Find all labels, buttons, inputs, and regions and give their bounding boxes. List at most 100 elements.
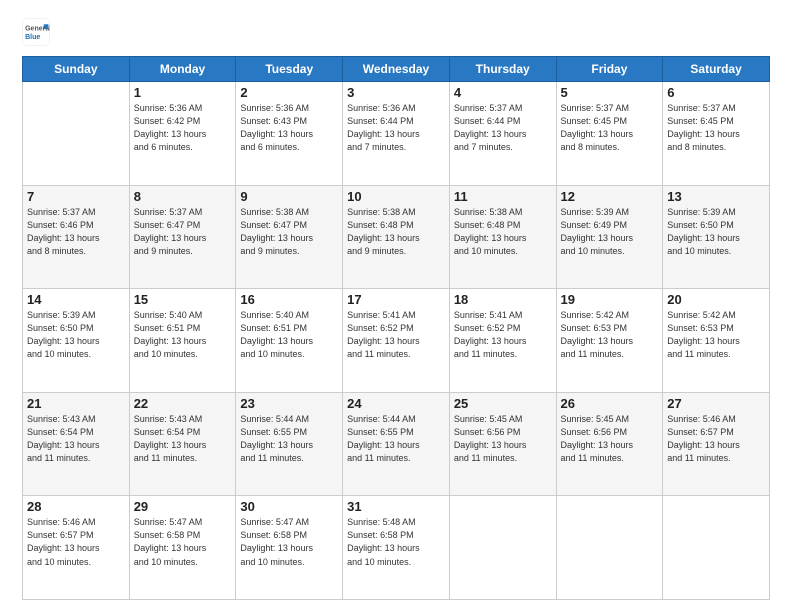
- day-info: Sunrise: 5:37 AM Sunset: 6:45 PM Dayligh…: [561, 102, 659, 154]
- weekday-header-sunday: Sunday: [23, 57, 130, 82]
- day-number: 8: [134, 189, 232, 204]
- calendar-cell: 8 Sunrise: 5:37 AM Sunset: 6:47 PM Daylig…: [129, 185, 236, 289]
- day-info: Sunrise: 5:36 AM Sunset: 6:44 PM Dayligh…: [347, 102, 445, 154]
- calendar-cell: 30 Sunrise: 5:47 AM Sunset: 6:58 PM Dayli…: [236, 496, 343, 600]
- calendar-cell: 21 Sunrise: 5:43 AM Sunset: 6:54 PM Dayli…: [23, 392, 130, 496]
- calendar-cell: 17 Sunrise: 5:41 AM Sunset: 6:52 PM Dayli…: [343, 289, 450, 393]
- day-number: 19: [561, 292, 659, 307]
- day-number: 3: [347, 85, 445, 100]
- calendar-week-row: 1 Sunrise: 5:36 AM Sunset: 6:42 PM Daylig…: [23, 82, 770, 186]
- day-number: 17: [347, 292, 445, 307]
- day-number: 15: [134, 292, 232, 307]
- day-info: Sunrise: 5:47 AM Sunset: 6:58 PM Dayligh…: [134, 516, 232, 568]
- calendar-cell: 14Sunrise: 5:39 AM Sunset: 6:50 PM Dayli…: [23, 289, 130, 393]
- day-info: Sunrise: 5:37 AM Sunset: 6:46 PM Dayligh…: [27, 206, 125, 258]
- calendar-cell: 23 Sunrise: 5:44 AM Sunset: 6:55 PM Dayli…: [236, 392, 343, 496]
- day-number: 6: [667, 85, 765, 100]
- calendar-cell: 28Sunrise: 5:46 AM Sunset: 6:57 PM Dayli…: [23, 496, 130, 600]
- weekday-header-thursday: Thursday: [449, 57, 556, 82]
- calendar-cell: 6 Sunrise: 5:37 AM Sunset: 6:45 PM Daylig…: [663, 82, 770, 186]
- calendar-cell: 26 Sunrise: 5:45 AM Sunset: 6:56 PM Dayli…: [556, 392, 663, 496]
- calendar-cell: 16 Sunrise: 5:40 AM Sunset: 6:51 PM Dayli…: [236, 289, 343, 393]
- day-number: 30: [240, 499, 338, 514]
- day-info: Sunrise: 5:42 AM Sunset: 6:53 PM Dayligh…: [667, 309, 765, 361]
- day-info: Sunrise: 5:45 AM Sunset: 6:56 PM Dayligh…: [561, 413, 659, 465]
- day-info: Sunrise: 5:39 AM Sunset: 6:49 PM Dayligh…: [561, 206, 659, 258]
- day-number: 25: [454, 396, 552, 411]
- calendar-cell: 31Sunrise: 5:48 AM Sunset: 6:58 PM Dayli…: [343, 496, 450, 600]
- calendar-table: SundayMondayTuesdayWednesdayThursdayFrid…: [22, 56, 770, 600]
- day-number: 23: [240, 396, 338, 411]
- calendar-cell: [663, 496, 770, 600]
- day-info: Sunrise: 5:38 AM Sunset: 6:47 PM Dayligh…: [240, 206, 338, 258]
- weekday-header-tuesday: Tuesday: [236, 57, 343, 82]
- day-info: Sunrise: 5:47 AM Sunset: 6:58 PM Dayligh…: [240, 516, 338, 568]
- calendar-cell: [556, 496, 663, 600]
- day-number: 21: [27, 396, 125, 411]
- weekday-header-wednesday: Wednesday: [343, 57, 450, 82]
- calendar-cell: 13 Sunrise: 5:39 AM Sunset: 6:50 PM Dayli…: [663, 185, 770, 289]
- day-info: Sunrise: 5:38 AM Sunset: 6:48 PM Dayligh…: [454, 206, 552, 258]
- day-info: Sunrise: 5:43 AM Sunset: 6:54 PM Dayligh…: [27, 413, 125, 465]
- calendar-cell: 7 Sunrise: 5:37 AM Sunset: 6:46 PM Daylig…: [23, 185, 130, 289]
- weekday-header-monday: Monday: [129, 57, 236, 82]
- day-number: 18: [454, 292, 552, 307]
- day-info: Sunrise: 5:41 AM Sunset: 6:52 PM Dayligh…: [454, 309, 552, 361]
- day-number: 7: [27, 189, 125, 204]
- day-number: 2: [240, 85, 338, 100]
- calendar-cell: 3 Sunrise: 5:36 AM Sunset: 6:44 PM Daylig…: [343, 82, 450, 186]
- calendar-cell: [23, 82, 130, 186]
- weekday-header-saturday: Saturday: [663, 57, 770, 82]
- day-number: 29: [134, 499, 232, 514]
- calendar-cell: 19Sunrise: 5:42 AM Sunset: 6:53 PM Dayli…: [556, 289, 663, 393]
- day-info: Sunrise: 5:37 AM Sunset: 6:47 PM Dayligh…: [134, 206, 232, 258]
- calendar-cell: 18 Sunrise: 5:41 AM Sunset: 6:52 PM Dayli…: [449, 289, 556, 393]
- calendar-cell: 9 Sunrise: 5:38 AM Sunset: 6:47 PM Daylig…: [236, 185, 343, 289]
- day-info: Sunrise: 5:40 AM Sunset: 6:51 PM Dayligh…: [134, 309, 232, 361]
- calendar-cell: 22Sunrise: 5:43 AM Sunset: 6:54 PM Dayli…: [129, 392, 236, 496]
- day-number: 13: [667, 189, 765, 204]
- day-info: Sunrise: 5:39 AM Sunset: 6:50 PM Dayligh…: [667, 206, 765, 258]
- svg-text:Blue: Blue: [25, 34, 40, 41]
- calendar-cell: 1 Sunrise: 5:36 AM Sunset: 6:42 PM Daylig…: [129, 82, 236, 186]
- day-number: 10: [347, 189, 445, 204]
- day-number: 9: [240, 189, 338, 204]
- day-number: 12: [561, 189, 659, 204]
- calendar-cell: 10 Sunrise: 5:38 AM Sunset: 6:48 PM Dayli…: [343, 185, 450, 289]
- day-number: 20: [667, 292, 765, 307]
- day-info: Sunrise: 5:44 AM Sunset: 6:55 PM Dayligh…: [240, 413, 338, 465]
- day-number: 4: [454, 85, 552, 100]
- logo: General Blue: [22, 18, 52, 46]
- logo-icon: General Blue: [22, 18, 50, 46]
- day-info: Sunrise: 5:48 AM Sunset: 6:58 PM Dayligh…: [347, 516, 445, 568]
- day-info: Sunrise: 5:40 AM Sunset: 6:51 PM Dayligh…: [240, 309, 338, 361]
- calendar-cell: 12 Sunrise: 5:39 AM Sunset: 6:49 PM Dayli…: [556, 185, 663, 289]
- day-info: Sunrise: 5:37 AM Sunset: 6:45 PM Dayligh…: [667, 102, 765, 154]
- day-number: 28: [27, 499, 125, 514]
- calendar-cell: 4Sunrise: 5:37 AM Sunset: 6:44 PM Daylig…: [449, 82, 556, 186]
- day-number: 14: [27, 292, 125, 307]
- day-info: Sunrise: 5:46 AM Sunset: 6:57 PM Dayligh…: [667, 413, 765, 465]
- calendar-cell: 2 Sunrise: 5:36 AM Sunset: 6:43 PM Daylig…: [236, 82, 343, 186]
- calendar-week-row: 7 Sunrise: 5:37 AM Sunset: 6:46 PM Daylig…: [23, 185, 770, 289]
- day-info: Sunrise: 5:36 AM Sunset: 6:43 PM Dayligh…: [240, 102, 338, 154]
- calendar-cell: 24Sunrise: 5:44 AM Sunset: 6:55 PM Dayli…: [343, 392, 450, 496]
- weekday-header-friday: Friday: [556, 57, 663, 82]
- day-number: 5: [561, 85, 659, 100]
- day-info: Sunrise: 5:38 AM Sunset: 6:48 PM Dayligh…: [347, 206, 445, 258]
- calendar-cell: 20 Sunrise: 5:42 AM Sunset: 6:53 PM Dayli…: [663, 289, 770, 393]
- calendar-cell: 15 Sunrise: 5:40 AM Sunset: 6:51 PM Dayli…: [129, 289, 236, 393]
- calendar-week-row: 21 Sunrise: 5:43 AM Sunset: 6:54 PM Dayli…: [23, 392, 770, 496]
- calendar-cell: 11 Sunrise: 5:38 AM Sunset: 6:48 PM Dayli…: [449, 185, 556, 289]
- day-info: Sunrise: 5:41 AM Sunset: 6:52 PM Dayligh…: [347, 309, 445, 361]
- day-number: 11: [454, 189, 552, 204]
- day-number: 26: [561, 396, 659, 411]
- calendar-week-row: 28Sunrise: 5:46 AM Sunset: 6:57 PM Dayli…: [23, 496, 770, 600]
- day-number: 1: [134, 85, 232, 100]
- day-info: Sunrise: 5:36 AM Sunset: 6:42 PM Dayligh…: [134, 102, 232, 154]
- day-number: 16: [240, 292, 338, 307]
- header: General Blue: [22, 18, 770, 46]
- day-number: 22: [134, 396, 232, 411]
- day-info: Sunrise: 5:45 AM Sunset: 6:56 PM Dayligh…: [454, 413, 552, 465]
- day-info: Sunrise: 5:44 AM Sunset: 6:55 PM Dayligh…: [347, 413, 445, 465]
